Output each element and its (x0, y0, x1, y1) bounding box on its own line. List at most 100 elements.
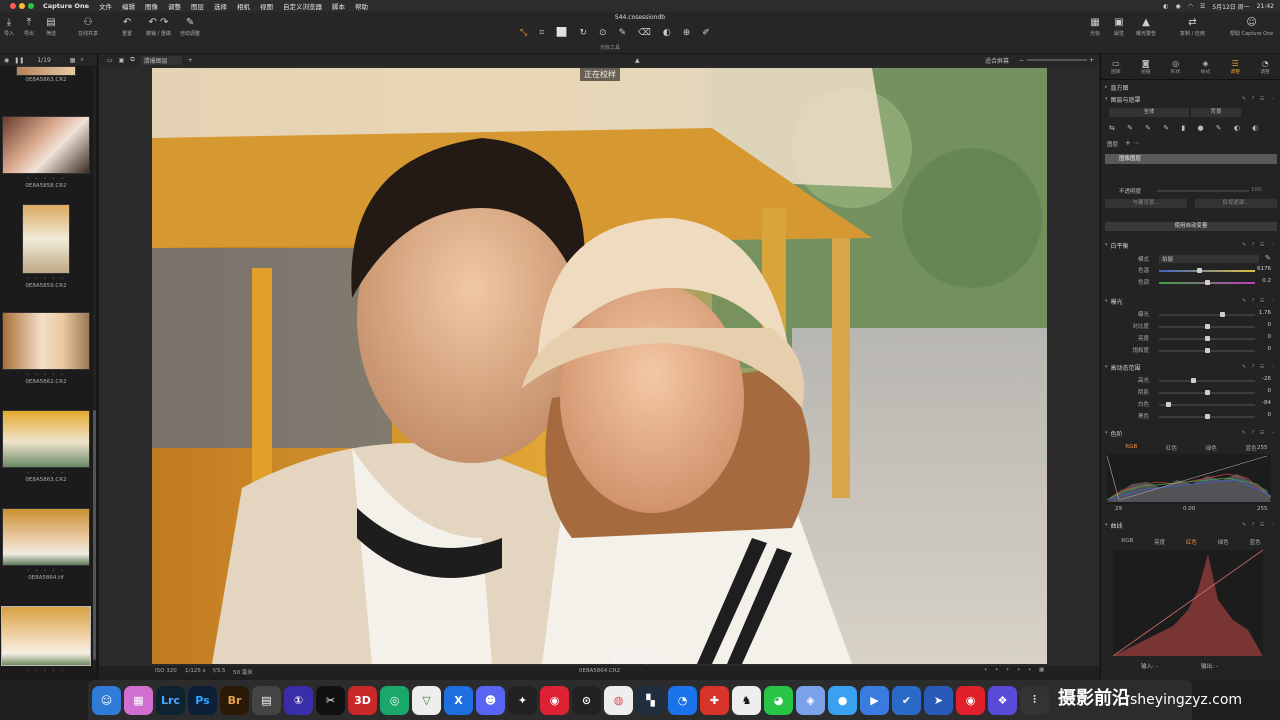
menu-file[interactable]: 文件 (99, 1, 112, 11)
section-actions[interactable]: ✎ ? ☰ ⋯ (1242, 364, 1277, 370)
slider-row[interactable]: 阴影 0 (1109, 388, 1277, 398)
visual-mask-button[interactable]: 目视遮罩... (1195, 199, 1277, 208)
slider-row[interactable]: 黑色 0 (1109, 412, 1277, 422)
main-photo[interactable] (152, 68, 1047, 664)
curve-graph[interactable] (1113, 550, 1263, 656)
eraser-tool-icon[interactable]: ⌫ (638, 28, 651, 38)
dock-x-icon[interactable]: X (444, 685, 473, 715)
section-actions[interactable]: ✎ ? ☰ ⋯ (1242, 522, 1277, 528)
control-center-icon[interactable]: ☰ (1200, 3, 1205, 10)
undo-redo-button[interactable]: ↶ ↷ 撤销 / 重做 (146, 16, 171, 37)
add-layer-icon[interactable]: + ⋯ (1125, 139, 1140, 147)
menu-adjust[interactable]: 调整 (168, 1, 181, 11)
zoom-slider[interactable] (1027, 59, 1087, 61)
thumbnail[interactable]: • • • • • 0E8A5858.CR2 (0, 116, 92, 189)
wb-mode-select[interactable]: 拍摄 (1159, 255, 1259, 263)
rating-stars[interactable]: • • • • • (0, 470, 92, 476)
status-icon[interactable]: ◉ (1175, 3, 1180, 10)
rating-stars[interactable]: • • • • • (0, 568, 92, 574)
menu-image[interactable]: 图像 (145, 1, 158, 11)
slider-row[interactable]: 色调 0.2 (1109, 278, 1277, 288)
multi-view-icon[interactable]: ▣ (119, 57, 125, 64)
menu-script[interactable]: 脚本 (332, 1, 345, 11)
preset-selector[interactable]: 清爆图层 (140, 55, 182, 65)
section-curve[interactable]: ▾ 曲线 ✎ ? ☰ ⋯ (1105, 520, 1277, 530)
slider-knob[interactable] (1204, 336, 1210, 341)
status-icon[interactable]: ◐ (1163, 3, 1168, 10)
section-layers[interactable]: ▾ 图层与遮罩 ✎ ? ☰ ⋯ (1105, 94, 1277, 104)
dock-app-icon[interactable]: ✔ (892, 685, 921, 715)
dock-qq-icon[interactable]: ♞ (732, 685, 761, 715)
section-exposure[interactable]: ▾ 曝光 ✎ ? ☰ ⋯ (1105, 296, 1277, 306)
rotate-tool-icon[interactable]: ↻ (580, 28, 588, 38)
auto-variables-button[interactable]: 使用自动变量 (1105, 222, 1277, 231)
dock-wechat-icon[interactable]: ◕ (764, 685, 793, 715)
tab-adjust-2[interactable]: ◔ 调整 (1260, 59, 1270, 75)
background-fill-button[interactable]: 与覆背景... (1105, 199, 1187, 208)
slider-row[interactable]: 高光 -26 (1109, 376, 1277, 386)
dock-app-icon[interactable]: ➤ (924, 685, 953, 715)
minimize-window-icon[interactable] (19, 3, 25, 9)
slider-knob[interactable] (1204, 280, 1210, 285)
help-button[interactable]: ☺ 帮助 Capture One (1230, 16, 1273, 37)
slider-row[interactable]: 饱和度 0 (1109, 346, 1277, 356)
mask-tools[interactable]: ⇆ ✎ ✎ ✎ ▮ ● ✎ ◐ ◐ (1109, 124, 1263, 132)
menu-view[interactable]: 视图 (260, 1, 273, 11)
section-hdr[interactable]: ▾ 高动态范围 ✎ ? ☰ ⋯ (1105, 362, 1277, 372)
thumbnail[interactable]: • • • • • 0E8A5859.CR2 (0, 204, 92, 289)
zoom-window-icon[interactable] (28, 3, 34, 9)
layer-background-button[interactable]: 背景 (1191, 108, 1241, 117)
keystone-tool-icon[interactable]: ⬜ (556, 28, 567, 38)
zoom-in-icon[interactable]: + (1089, 57, 1094, 64)
levels-mid-value[interactable]: 0.00 (1183, 506, 1195, 512)
slider-knob[interactable] (1166, 402, 1172, 407)
tab-adjust[interactable]: ☰ 调整 (1230, 59, 1240, 75)
properties-button[interactable]: ▣ 属性 (1114, 16, 1124, 37)
rating-stars[interactable]: • • • • • (0, 668, 92, 674)
pause-icon[interactable]: ❚❚ (14, 57, 24, 64)
section-histogram[interactable]: ▸ 直方图 (1105, 82, 1277, 92)
picker-tool-icon[interactable]: ⊕ (683, 28, 691, 38)
slider-knob[interactable] (1191, 378, 1197, 383)
slider-knob[interactable] (1204, 414, 1210, 419)
dock-chrome-icon[interactable]: ◍ (604, 685, 633, 715)
tab-style[interactable]: ◈ 样式 (1201, 59, 1211, 75)
dock-capcut-icon[interactable]: ✂ (316, 685, 345, 715)
levels-low-value[interactable]: 29 (1115, 506, 1122, 512)
annotate-tool-icon[interactable]: ✐ (702, 28, 710, 38)
single-view-icon[interactable]: ▭ (107, 57, 113, 64)
slider-knob[interactable] (1204, 324, 1210, 329)
compare-icon[interactable]: ⧉ (130, 56, 134, 64)
menubar-date[interactable]: 5月12日 周一 (1212, 2, 1249, 11)
dock-app-icon[interactable]: ✦ (508, 685, 537, 715)
zoom-out-icon[interactable]: − (1019, 57, 1024, 64)
menu-select[interactable]: 选择 (214, 1, 227, 11)
section-actions[interactable]: ✎ ? ☰ ⋯ (1242, 96, 1277, 102)
dock-app-icon[interactable]: ◉ (540, 685, 569, 715)
dock-app-icon[interactable]: ⊙ (572, 685, 601, 715)
curve-tab-luma[interactable]: 亮度 (1154, 538, 1165, 546)
dock-discord-icon[interactable]: ☻ (476, 685, 505, 715)
export-button[interactable]: ⤒ 导出 (24, 16, 34, 37)
curve-tab-rgb[interactable]: RGB (1121, 538, 1133, 546)
tab-capture[interactable]: ◙ 拍摄 (1141, 59, 1151, 75)
dock-app-icon[interactable]: ❖ (988, 685, 1017, 715)
section-actions[interactable]: ✎ ? ☰ ⋯ (1242, 242, 1277, 248)
pan-tool-icon[interactable]: ⤡ (520, 28, 527, 38)
slider-row[interactable]: 曝光 1.76 (1109, 310, 1277, 320)
cursor-button[interactable]: ▦ 光标 (1090, 16, 1100, 37)
browser-scrollbar[interactable] (93, 410, 96, 660)
menu-app[interactable]: Capture One (43, 2, 89, 10)
share-button[interactable]: ⚇ 在线共享 (78, 16, 98, 37)
dock-app-icon[interactable]: ▚ (636, 685, 665, 715)
slider-knob[interactable] (1204, 348, 1210, 353)
levels-tab-rgb[interactable]: RGB (1125, 444, 1137, 452)
menu-help[interactable]: 帮助 (355, 1, 368, 11)
dock-app-icon[interactable]: ◉ (956, 685, 985, 715)
reset-button[interactable]: ↶ 重置 (122, 16, 132, 37)
menu-custom-browser[interactable]: 自定义浏览器 (283, 1, 322, 11)
import-button[interactable]: ⤓ 导入 (4, 16, 14, 37)
dock-app-icon[interactable]: ▽ (412, 685, 441, 715)
copy-apply-button[interactable]: ⇄ 复制 / 应用 (1180, 16, 1205, 37)
close-window-icon[interactable] (10, 3, 16, 9)
